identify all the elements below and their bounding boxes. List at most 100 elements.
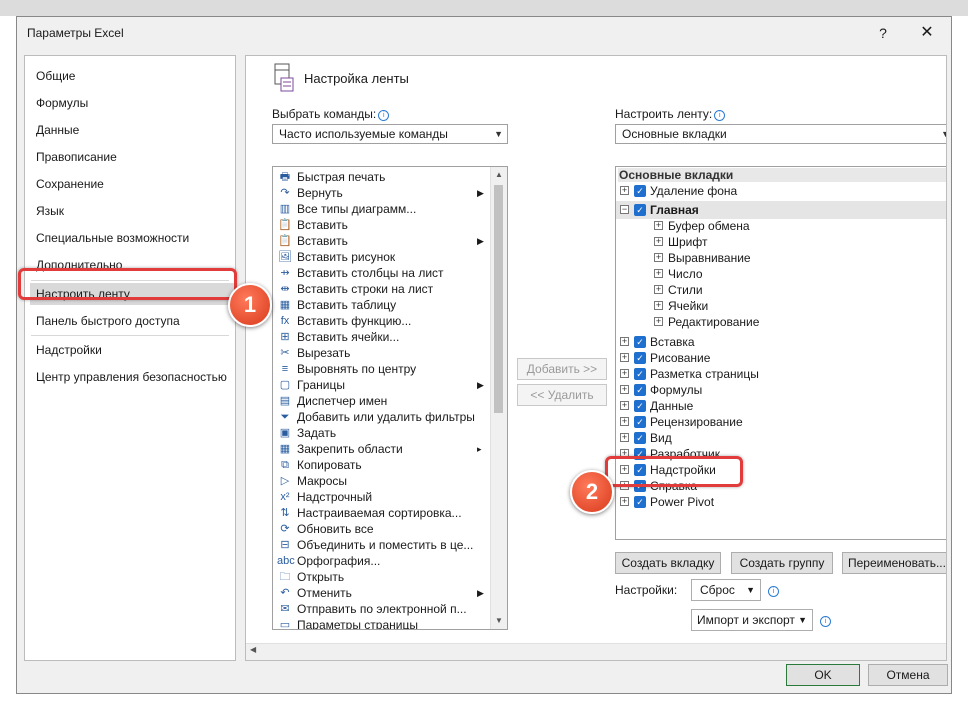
checkbox-checked-icon[interactable]: ✓ <box>634 384 646 396</box>
expand-icon[interactable]: + <box>620 369 629 378</box>
command-item[interactable]: 📋 Вставить ▶ <box>273 233 493 249</box>
checkbox-checked-icon[interactable]: ✓ <box>634 185 646 197</box>
step-badge-2: 2 <box>570 470 614 514</box>
checkbox-checked-icon[interactable]: ✓ <box>634 432 646 444</box>
command-item[interactable]: ⇅ Настраиваемая сортировка... <box>273 505 493 521</box>
command-item[interactable]: ✉ Отправить по электронной п... <box>273 601 493 617</box>
command-item[interactable]: 🗀 Открыть <box>273 569 493 585</box>
command-item[interactable]: ⇸ Вставить столбцы на лист <box>273 265 493 281</box>
expand-icon[interactable]: + <box>654 301 663 310</box>
expand-icon[interactable]: + <box>620 385 629 394</box>
import-export-dropdown[interactable]: Импорт и экспорт ▼ <box>691 609 813 631</box>
nav-item-data[interactable]: Данные <box>30 119 236 141</box>
scroll-down-icon[interactable]: ▼ <box>491 613 507 629</box>
close-button[interactable]: ✕ <box>915 22 939 44</box>
tree-item[interactable]: + Редактирование <box>616 313 946 331</box>
nav-item-save[interactable]: Сохранение <box>30 173 236 195</box>
info-icon: i <box>714 110 726 121</box>
expand-icon[interactable]: + <box>654 237 663 246</box>
nav-item-general[interactable]: Общие <box>30 65 236 87</box>
checkbox-checked-icon[interactable]: ✓ <box>634 352 646 364</box>
customize-ribbon-dropdown[interactable]: Основные вкладки ▼ <box>615 124 946 144</box>
expand-icon[interactable]: + <box>654 317 663 326</box>
ok-button[interactable]: OK <box>786 664 860 686</box>
command-item[interactable]: ⏷ Добавить или удалить фильтры <box>273 409 493 425</box>
submenu-arrow-icon: ▶ <box>477 588 484 598</box>
new-tab-button[interactable]: Создать вкладку <box>615 552 721 574</box>
nav-item-language[interactable]: Язык <box>30 200 236 222</box>
command-item[interactable]: ✂ Вырезать <box>273 345 493 361</box>
command-label: Вставить строки на лист <box>297 282 434 296</box>
nav-item-formulas[interactable]: Формулы <box>30 92 236 114</box>
checkbox-checked-icon[interactable]: ✓ <box>634 336 646 348</box>
command-label: Настраиваемая сортировка... <box>297 506 462 520</box>
command-item[interactable]: ▣ Задать <box>273 425 493 441</box>
new-group-button[interactable]: Создать группу <box>731 552 833 574</box>
command-label: Диспетчер имен <box>297 394 388 408</box>
scroll-thumb[interactable] <box>494 185 503 413</box>
expand-icon[interactable]: + <box>654 221 663 230</box>
command-item[interactable]: ▤ Диспетчер имен <box>273 393 493 409</box>
checkbox-checked-icon[interactable]: ✓ <box>634 368 646 380</box>
command-item[interactable]: 🖼 Вставить рисунок <box>273 249 493 265</box>
chevron-down-icon: ▼ <box>941 125 946 143</box>
rename-button[interactable]: Переименовать... <box>842 552 946 574</box>
expand-icon[interactable]: + <box>620 433 629 442</box>
horizontal-scrollbar[interactable]: ◀ <box>246 643 946 660</box>
command-item[interactable]: ↷ Вернуть ▶ <box>273 185 493 201</box>
add-button[interactable]: Добавить >> <box>517 358 607 380</box>
checkbox-checked-icon[interactable]: ✓ <box>634 496 646 508</box>
command-item[interactable]: 📋 Вставить <box>273 217 493 233</box>
tree-item[interactable]: + ✓ Удаление фона <box>616 182 946 200</box>
command-item[interactable]: fx Вставить функцию... <box>273 313 493 329</box>
commands-listbox[interactable]: 🖶 Быстрая печать ↷ Вернуть ▶ ▥ Все типы диагра… <box>272 166 508 630</box>
checkbox-checked-icon[interactable]: ✓ <box>634 400 646 412</box>
command-item[interactable]: ▷ Макросы <box>273 473 493 489</box>
nav-item-accessibility[interactable]: Специальные возможности <box>30 227 236 249</box>
remove-button[interactable]: << Удалить <box>517 384 607 406</box>
customize-ribbon-value: Основные вкладки <box>622 127 727 141</box>
nav-item-add-ins[interactable]: Надстройки <box>30 339 236 361</box>
command-item[interactable]: ▢ Границы ▶ <box>273 377 493 393</box>
command-item[interactable]: ↶ Отменить ▶ <box>273 585 493 601</box>
command-item[interactable]: x² Надстрочный <box>273 489 493 505</box>
tree-item[interactable]: + ✓ Power Pivot <box>616 493 946 511</box>
command-item[interactable]: abc Орфография... <box>273 553 493 569</box>
reset-dropdown[interactable]: Сброс ▼ <box>691 579 761 601</box>
command-icon: ⊞ <box>280 331 290 343</box>
command-item[interactable]: ▦ Закрепить области ▸ <box>273 441 493 457</box>
command-item[interactable]: ▭ Параметры страницы <box>273 617 493 629</box>
command-item[interactable]: ▦ Вставить таблицу <box>273 297 493 313</box>
scroll-up-icon[interactable]: ▲ <box>491 167 507 183</box>
cancel-button[interactable]: Отмена <box>868 664 948 686</box>
checkbox-checked-icon[interactable]: ✓ <box>634 204 646 216</box>
expand-icon[interactable]: + <box>654 269 663 278</box>
command-item[interactable]: ⊞ Вставить ячейки... <box>273 329 493 345</box>
command-icon: ▥ <box>279 203 291 215</box>
expand-icon[interactable]: + <box>620 353 629 362</box>
nav-item-quick-access-toolbar[interactable]: Панель быстрого доступа <box>30 310 236 332</box>
expand-icon[interactable]: + <box>654 285 663 294</box>
expand-icon[interactable]: + <box>620 186 629 195</box>
help-button[interactable]: ? <box>873 22 893 44</box>
expand-icon[interactable]: + <box>620 497 629 506</box>
expand-icon[interactable]: + <box>620 401 629 410</box>
collapse-icon[interactable]: − <box>620 205 629 214</box>
expand-icon[interactable]: + <box>620 417 629 426</box>
command-item[interactable]: 🖶 Быстрая печать <box>273 169 493 185</box>
command-item[interactable]: ⇹ Вставить строки на лист <box>273 281 493 297</box>
command-item[interactable]: ⧉ Копировать <box>273 457 493 473</box>
nav-item-trust-center[interactable]: Центр управления безопасностью <box>30 366 236 388</box>
checkbox-checked-icon[interactable]: ✓ <box>634 416 646 428</box>
choose-commands-dropdown[interactable]: Часто используемые команды ▼ <box>272 124 508 144</box>
expand-icon[interactable]: + <box>620 337 629 346</box>
scroll-left-icon[interactable]: ◀ <box>250 645 256 654</box>
command-item[interactable]: ▥ Все типы диаграмм... <box>273 201 493 217</box>
command-item[interactable]: ≡ Выровнять по центру <box>273 361 493 377</box>
command-label: Вставить столбцы на лист <box>297 266 444 280</box>
expand-icon[interactable]: + <box>654 253 663 262</box>
command-item[interactable]: ⊟ Объединить и поместить в це... <box>273 537 493 553</box>
nav-item-proofing[interactable]: Правописание <box>30 146 236 168</box>
command-item[interactable]: ⟳ Обновить все <box>273 521 493 537</box>
commands-scrollbar[interactable]: ▲ ▼ <box>490 167 507 629</box>
